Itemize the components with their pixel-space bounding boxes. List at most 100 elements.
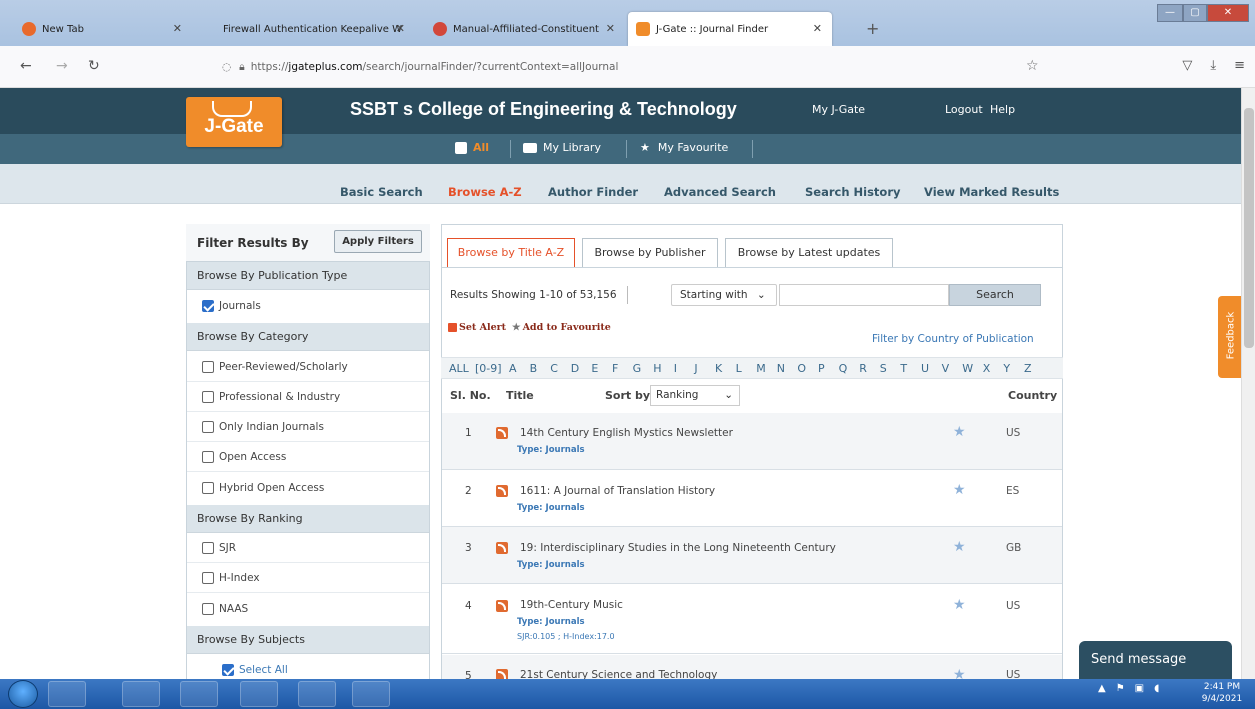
url-field[interactable]: ◌ 🔒︎ https:// jgateplus.com /search/jour… xyxy=(222,54,1042,80)
tab-close-icon[interactable]: ✕ xyxy=(173,22,182,35)
back-icon[interactable]: ← xyxy=(20,58,32,74)
search-button[interactable]: Search xyxy=(949,284,1041,306)
favourite-star-icon[interactable]: ★ xyxy=(953,597,966,613)
journal-title[interactable]: 19th-Century Music xyxy=(520,599,623,611)
minimize-icon[interactable]: — xyxy=(1157,4,1183,22)
alphabet-letter-h[interactable]: H xyxy=(653,362,661,375)
checkbox[interactable] xyxy=(202,451,214,463)
tab-close-icon[interactable]: ✕ xyxy=(396,22,405,35)
filter-peer-reviewed[interactable]: Peer-Reviewed/Scholarly xyxy=(202,361,348,373)
menu-search-history[interactable]: Search History xyxy=(805,185,901,199)
alphabet-letter-c[interactable]: C xyxy=(550,362,558,375)
tab-close-icon[interactable]: ✕ xyxy=(813,22,822,35)
checkbox-checked[interactable] xyxy=(222,664,234,676)
checkbox[interactable] xyxy=(202,361,214,373)
set-alert-link[interactable]: Set Alert xyxy=(459,322,506,333)
reload-icon[interactable]: ↻ xyxy=(88,58,100,74)
tab-new-tab[interactable]: New Tab ✕ xyxy=(14,12,192,46)
alphabet-letter-f[interactable]: F xyxy=(612,362,618,375)
download-icon[interactable]: ⤓ xyxy=(1210,58,1216,73)
tab-browse-publisher[interactable]: Browse by Publisher xyxy=(582,238,718,268)
alphabet-letter-u[interactable]: U xyxy=(921,362,929,375)
rss-icon[interactable] xyxy=(496,427,508,439)
checkbox[interactable] xyxy=(202,603,214,615)
alphabet-letter-w[interactable]: W xyxy=(962,362,973,375)
alphabet-letter-k[interactable]: K xyxy=(715,362,722,375)
checkbox[interactable] xyxy=(202,482,214,494)
send-message-widget[interactable]: Send message xyxy=(1079,641,1232,679)
menu-view-marked[interactable]: View Marked Results xyxy=(924,185,1059,199)
filter-select-all[interactable]: Select All xyxy=(222,664,288,676)
filter-professional[interactable]: Professional & Industry xyxy=(202,391,340,403)
tab-browse-title[interactable]: Browse by Title A-Z xyxy=(447,238,575,268)
logout-link[interactable]: Logout xyxy=(945,103,983,116)
alphabet-letter-i[interactable]: I xyxy=(674,362,677,375)
alphabet-letter-a[interactable]: A xyxy=(509,362,517,375)
checkbox[interactable] xyxy=(202,572,214,584)
sort-select[interactable]: Ranking ⌄ xyxy=(650,385,740,406)
filter-naas[interactable]: NAAS xyxy=(202,603,248,615)
flag-icon[interactable]: ⚑ xyxy=(1116,683,1125,694)
alphabet-letter-m[interactable]: M xyxy=(756,362,766,375)
alphabet-letter-n[interactable]: N xyxy=(777,362,785,375)
journal-title[interactable]: 1611: A Journal of Translation History xyxy=(520,485,715,497)
alphabet-letter-all[interactable]: ALL xyxy=(449,362,469,375)
filter-sjr[interactable]: SJR xyxy=(202,542,236,554)
media-taskbar-icon[interactable] xyxy=(180,681,218,707)
alphabet-letter-r[interactable]: R xyxy=(859,362,867,375)
menu-author-finder[interactable]: Author Finder xyxy=(548,185,638,199)
firefox-taskbar-icon[interactable] xyxy=(240,681,278,707)
volume-icon[interactable]: ◖ xyxy=(1154,683,1159,694)
lib-nav-my-favourite[interactable]: ★ My Favourite xyxy=(640,141,728,154)
favourite-star-icon[interactable]: ★ xyxy=(953,424,966,440)
menu-advanced-search[interactable]: Advanced Search xyxy=(664,185,776,199)
add-favourite-link[interactable]: Add to Favourite xyxy=(523,322,611,333)
favourite-star-icon[interactable]: ★ xyxy=(953,539,966,555)
alphabet-letter-l[interactable]: L xyxy=(736,362,742,375)
rss-icon[interactable] xyxy=(496,485,508,497)
filter-journals[interactable]: Journals xyxy=(202,300,261,312)
rss-icon[interactable] xyxy=(496,542,508,554)
alphabet-letter-g[interactable]: G xyxy=(633,362,642,375)
word-taskbar-icon[interactable] xyxy=(352,681,390,707)
filter-h-index[interactable]: H-Index xyxy=(202,572,260,584)
rss-icon[interactable] xyxy=(496,600,508,612)
taskbar-clock[interactable]: 2:41 PM 9/4/2021 xyxy=(1192,681,1252,705)
alphabet-letter-09[interactable]: [0-9] xyxy=(475,362,502,375)
checkbox[interactable] xyxy=(202,391,214,403)
alphabet-letter-o[interactable]: O xyxy=(797,362,806,375)
search-input[interactable] xyxy=(779,284,949,306)
jgate-logo[interactable]: J-Gate xyxy=(186,97,282,147)
forward-icon[interactable]: → xyxy=(56,58,68,74)
lib-nav-my-library[interactable]: My Library xyxy=(523,141,601,154)
chrome-taskbar-icon[interactable] xyxy=(298,681,336,707)
maximize-icon[interactable]: ▢ xyxy=(1183,4,1207,22)
alphabet-letter-t[interactable]: T xyxy=(900,362,907,375)
bookmark-star-icon[interactable]: ☆ xyxy=(1026,58,1039,74)
tab-browse-latest[interactable]: Browse by Latest updates xyxy=(725,238,893,268)
lib-nav-all[interactable]: All xyxy=(455,141,489,154)
new-tab-button[interactable]: + xyxy=(866,19,879,38)
my-jgate-link[interactable]: My J-Gate xyxy=(812,103,865,116)
help-link[interactable]: Help xyxy=(990,103,1015,116)
favourite-star-icon[interactable]: ★ xyxy=(953,482,966,498)
alphabet-letter-j[interactable]: J xyxy=(694,362,697,375)
menu-basic-search[interactable]: Basic Search xyxy=(340,185,423,199)
alphabet-letter-x[interactable]: X xyxy=(983,362,991,375)
alphabet-letter-y[interactable]: Y xyxy=(1003,362,1010,375)
pocket-icon[interactable]: ▽ xyxy=(1182,58,1192,73)
country-filter-link[interactable]: Filter by Country of Publication xyxy=(872,333,1034,345)
alphabet-letter-p[interactable]: P xyxy=(818,362,825,375)
menu-icon[interactable]: ≡ xyxy=(1234,58,1245,73)
alphabet-letter-v[interactable]: V xyxy=(942,362,950,375)
close-window-icon[interactable]: ✕ xyxy=(1207,4,1249,22)
tab-jgate[interactable]: J-Gate :: Journal Finder ✕ xyxy=(628,12,832,46)
alphabet-letter-e[interactable]: E xyxy=(591,362,598,375)
alphabet-letter-d[interactable]: D xyxy=(571,362,579,375)
filter-open-access[interactable]: Open Access xyxy=(202,451,286,463)
filter-hybrid-open-access[interactable]: Hybrid Open Access xyxy=(202,482,324,494)
checkbox[interactable] xyxy=(202,542,214,554)
explorer-taskbar-icon[interactable] xyxy=(122,681,160,707)
alphabet-letter-q[interactable]: Q xyxy=(839,362,848,375)
network-icon[interactable]: ▣ xyxy=(1135,683,1144,694)
